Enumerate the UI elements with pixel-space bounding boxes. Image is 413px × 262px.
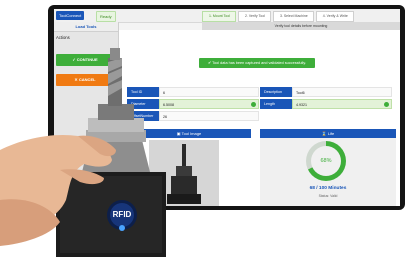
step-mount-tool[interactable]: 1. Mount Tool xyxy=(202,11,236,22)
field-row-tool-id: Tool ID 6 xyxy=(127,87,259,97)
length-value: 4.9321 xyxy=(292,99,392,109)
life-gauge: 68% xyxy=(306,141,346,181)
check-icon xyxy=(251,102,256,107)
field-row-offset: OffsetNumber 26 xyxy=(127,111,259,121)
continue-button[interactable]: ✓ CONTINUE xyxy=(56,54,114,66)
app-brand: ToolConnect xyxy=(56,11,85,20)
cancel-button[interactable]: ✕ CANCEL xyxy=(56,74,114,86)
stepper: 1. Mount Tool 2. Verify Tool 3. Select M… xyxy=(202,11,354,22)
life-panel: 68% 68 / 100 Minutes Status: Valid xyxy=(260,138,396,206)
load-tools-link[interactable]: Load Tools xyxy=(54,22,118,32)
life-header: ⌛ Life xyxy=(260,129,396,138)
continue-label: CONTINUE xyxy=(76,57,98,62)
life-status: Status: Valid xyxy=(318,194,338,198)
life-count: 68 / 100 Minutes xyxy=(309,186,347,191)
field-row-description: Description Tool6 xyxy=(260,87,392,97)
app-screen: ToolConnect Ready 1. Mount Tool 2. Verif… xyxy=(54,9,400,206)
length-label: Length xyxy=(260,99,292,109)
tool-image-header: ▣ Tool Image xyxy=(127,129,251,138)
step-verify-write[interactable]: 4. Verify & Write xyxy=(315,11,354,22)
field-row-length: Length 4.9321 xyxy=(260,99,392,109)
diameter-label: Diameter xyxy=(127,99,159,109)
diameter-value: 6.5008 xyxy=(159,99,259,109)
top-bar: ToolConnect Ready 1. Mount Tool 2. Verif… xyxy=(54,9,400,23)
success-banner: ✔ Tool data has been captured and valida… xyxy=(199,58,315,68)
tool-id-label: Tool ID xyxy=(127,87,159,97)
page-subtitle: Verify tool details before mounting xyxy=(202,22,400,30)
description-label: Description xyxy=(260,87,292,97)
sidebar: Load Tools Actions ✓ CONTINUE ✕ CANCEL xyxy=(54,22,119,206)
tool-image-panel xyxy=(127,138,251,206)
tool-image-title: Tool Image xyxy=(181,131,202,136)
step-select-machine[interactable]: 3. Select Machine xyxy=(272,11,314,22)
actions-heading: Actions xyxy=(56,35,70,40)
field-row-diameter: Diameter 6.5008 xyxy=(127,99,259,109)
success-message: Tool data has been captured and validate… xyxy=(212,61,307,65)
tool-id-value: 6 xyxy=(159,87,259,97)
step-verify-tool[interactable]: 2. Verify Tool xyxy=(237,11,271,22)
cancel-label: CANCEL xyxy=(78,77,96,82)
diameter-text: 6.5008 xyxy=(163,103,174,107)
tool-photo xyxy=(149,140,219,206)
length-text: 4.9321 xyxy=(296,103,307,107)
check-icon xyxy=(384,102,389,107)
offset-label: OffsetNumber xyxy=(127,111,159,121)
status-badge: Ready xyxy=(96,11,116,22)
offset-value: 26 xyxy=(159,111,259,121)
description-value: Tool6 xyxy=(292,87,392,97)
main-content: ✔ Tool data has been captured and valida… xyxy=(119,30,400,206)
life-percent: 68% xyxy=(311,146,341,176)
life-title: Life xyxy=(327,131,335,136)
